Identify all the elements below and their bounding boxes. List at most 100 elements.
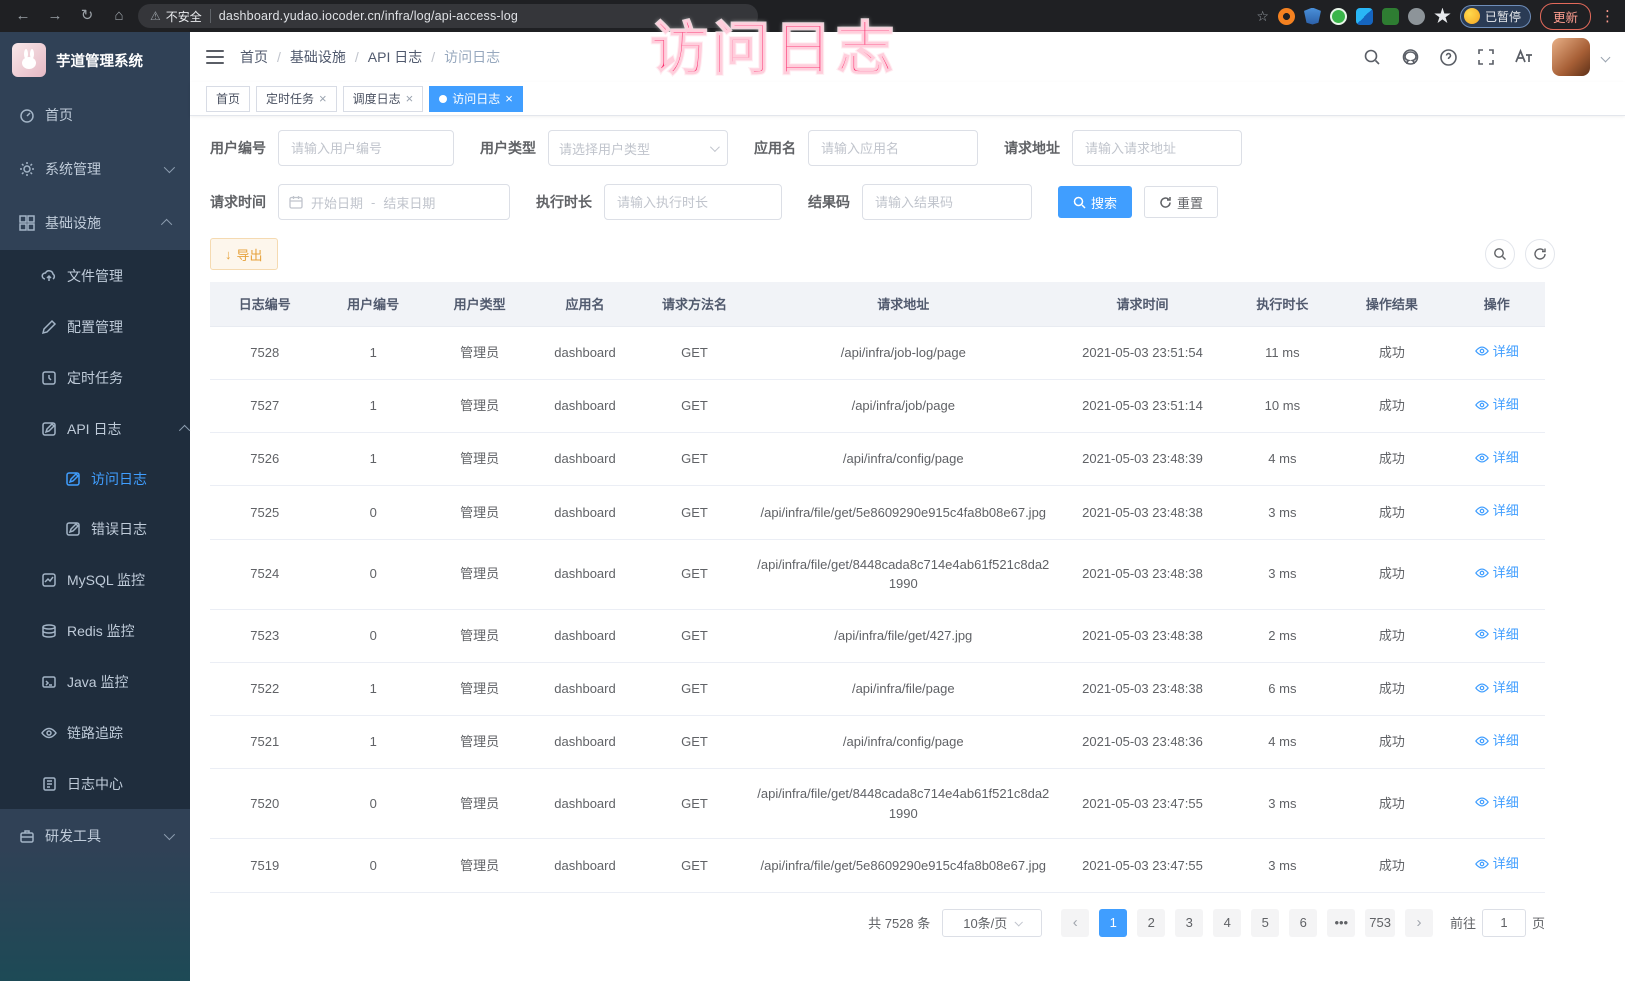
hamburger-icon[interactable] bbox=[206, 50, 224, 64]
avatar-caret-icon[interactable] bbox=[1601, 52, 1611, 62]
tab-access-log[interactable]: 访问日志 × bbox=[429, 86, 523, 112]
detail-link[interactable]: 详细 bbox=[1475, 625, 1519, 645]
export-button[interactable]: ↓ 导出 bbox=[210, 238, 278, 270]
browser-back-icon[interactable]: ← bbox=[10, 4, 36, 28]
tab-close-icon[interactable]: × bbox=[505, 91, 513, 106]
user-id-input[interactable] bbox=[278, 130, 454, 166]
table-row[interactable]: 7520 0 管理员 dashboard GET /api/infra/file… bbox=[210, 769, 1545, 839]
sidebar-item-file-manage[interactable]: 文件管理 bbox=[0, 250, 190, 301]
tab-close-icon[interactable]: × bbox=[319, 91, 327, 106]
bookmark-star-icon[interactable]: ☆ bbox=[1256, 8, 1269, 25]
app-name-input[interactable] bbox=[808, 130, 978, 166]
next-page-button[interactable]: › bbox=[1405, 909, 1433, 937]
detail-link[interactable]: 详细 bbox=[1475, 448, 1519, 468]
detail-link[interactable]: 详细 bbox=[1475, 678, 1519, 698]
browser-reload-icon[interactable]: ↻ bbox=[74, 4, 100, 28]
sidebar-item-error-log[interactable]: 错误日志 bbox=[0, 504, 190, 554]
page-button-1[interactable]: 1 bbox=[1099, 909, 1127, 937]
date-range-picker[interactable]: 开始日期 - 结束日期 bbox=[278, 184, 510, 220]
page-button-4[interactable]: 4 bbox=[1213, 909, 1241, 937]
extension-icon-blue-puzzle[interactable] bbox=[1356, 8, 1373, 25]
breadcrumb-home[interactable]: 首页 bbox=[240, 47, 268, 67]
sidebar-item-redis-monitor[interactable]: Redis 监控 bbox=[0, 605, 190, 656]
cell-user-type: 管理员 bbox=[427, 486, 532, 539]
help-icon[interactable] bbox=[1438, 47, 1458, 67]
page-button-5[interactable]: 5 bbox=[1251, 909, 1279, 937]
extension-icon-shield[interactable] bbox=[1304, 8, 1321, 25]
sidebar-item-log-center[interactable]: 日志中心 bbox=[0, 758, 190, 809]
page-button-753[interactable]: 753 bbox=[1365, 909, 1395, 937]
browser-menu-icon[interactable]: ⋮ bbox=[1600, 7, 1615, 25]
tab-home[interactable]: 首页 bbox=[206, 86, 250, 112]
font-size-icon[interactable] bbox=[1514, 47, 1534, 67]
user-type-select[interactable]: 请选择用户类型 bbox=[548, 130, 728, 166]
cell-duration: 3 ms bbox=[1230, 769, 1335, 839]
gear-icon bbox=[18, 160, 36, 178]
page-button-6[interactable]: 6 bbox=[1289, 909, 1317, 937]
paused-badge[interactable]: 已暂停 bbox=[1460, 5, 1531, 28]
page-button-3[interactable]: 3 bbox=[1175, 909, 1203, 937]
sidebar-item-scheduled-jobs[interactable]: 定时任务 bbox=[0, 352, 190, 403]
detail-link[interactable]: 详细 bbox=[1475, 793, 1519, 813]
page-button-2[interactable]: 2 bbox=[1137, 909, 1165, 937]
table-row[interactable]: 7522 1 管理员 dashboard GET /api/infra/file… bbox=[210, 662, 1545, 715]
sidebar-item-config-manage[interactable]: 配置管理 bbox=[0, 301, 190, 352]
security-warning[interactable]: ⚠ 不安全 bbox=[150, 8, 202, 25]
detail-link[interactable]: 详细 bbox=[1475, 563, 1519, 583]
table-row[interactable]: 7527 1 管理员 dashboard GET /api/infra/job/… bbox=[210, 379, 1545, 432]
tab-close-icon[interactable]: × bbox=[406, 91, 414, 106]
breadcrumb-infra[interactable]: 基础设施 bbox=[290, 47, 346, 67]
duration-input[interactable] bbox=[604, 184, 782, 220]
page-size-select[interactable]: 10条/页 bbox=[942, 909, 1042, 937]
github-icon[interactable] bbox=[1400, 47, 1420, 67]
header-search-icon[interactable] bbox=[1362, 47, 1382, 67]
table-row[interactable]: 7525 0 管理员 dashboard GET /api/infra/file… bbox=[210, 486, 1545, 539]
table-row[interactable]: 7524 0 管理员 dashboard GET /api/infra/file… bbox=[210, 539, 1545, 609]
search-button[interactable]: 搜索 bbox=[1058, 186, 1132, 218]
tab-scheduled-jobs[interactable]: 定时任务 × bbox=[256, 86, 337, 112]
browser-forward-icon[interactable]: → bbox=[42, 4, 68, 28]
detail-link[interactable]: 详细 bbox=[1475, 395, 1519, 415]
sidebar-item-java-monitor[interactable]: Java 监控 bbox=[0, 656, 190, 707]
search-icon bbox=[1073, 196, 1086, 209]
detail-link[interactable]: 详细 bbox=[1475, 731, 1519, 751]
tab-schedule-log[interactable]: 调度日志 × bbox=[343, 86, 424, 112]
extension-icon-green-circle[interactable] bbox=[1330, 8, 1347, 25]
sidebar-item-infra[interactable]: 基础设施 bbox=[0, 196, 190, 250]
table-row[interactable]: 7526 1 管理员 dashboard GET /api/infra/conf… bbox=[210, 433, 1545, 486]
extension-icon-white-star[interactable] bbox=[1434, 8, 1451, 25]
reset-button[interactable]: 重置 bbox=[1144, 186, 1218, 218]
sidebar-item-mysql-monitor[interactable]: MySQL 监控 bbox=[0, 554, 190, 605]
table-row[interactable]: 7523 0 管理员 dashboard GET /api/infra/file… bbox=[210, 609, 1545, 662]
address-bar[interactable]: ⚠ 不安全 dashboard.yudao.iocoder.cn/infra/l… bbox=[138, 4, 758, 28]
request-url-input[interactable] bbox=[1072, 130, 1242, 166]
detail-link-label: 详细 bbox=[1493, 854, 1519, 874]
detail-link[interactable]: 详细 bbox=[1475, 342, 1519, 362]
table-row[interactable]: 7521 1 管理员 dashboard GET /api/infra/conf… bbox=[210, 716, 1545, 769]
browser-home-icon[interactable]: ⌂ bbox=[106, 4, 132, 28]
result-code-input[interactable] bbox=[862, 184, 1032, 220]
refresh-table-button[interactable] bbox=[1525, 239, 1555, 269]
extension-icon-green-grid[interactable] bbox=[1382, 8, 1399, 25]
sidebar-item-system[interactable]: 系统管理 bbox=[0, 142, 190, 196]
detail-link-label: 详细 bbox=[1493, 678, 1519, 698]
browser-update-button[interactable]: 更新 bbox=[1540, 3, 1591, 30]
table-row[interactable]: 7528 1 管理员 dashboard GET /api/infra/job-… bbox=[210, 326, 1545, 379]
detail-link[interactable]: 详细 bbox=[1475, 501, 1519, 521]
sidebar-item-access-log[interactable]: 访问日志 bbox=[0, 454, 190, 504]
page-ellipsis[interactable]: ••• bbox=[1327, 909, 1355, 937]
detail-link[interactable]: 详细 bbox=[1475, 854, 1519, 874]
sidebar-item-dev-tools[interactable]: 研发工具 bbox=[0, 809, 190, 863]
sidebar-item-trace[interactable]: 链路追踪 bbox=[0, 707, 190, 758]
prev-page-button[interactable]: ‹ bbox=[1061, 909, 1089, 937]
goto-page-input[interactable] bbox=[1482, 909, 1526, 937]
toggle-search-button[interactable] bbox=[1485, 239, 1515, 269]
fullscreen-icon[interactable] bbox=[1476, 47, 1496, 67]
extension-icon-gray[interactable] bbox=[1408, 8, 1425, 25]
sidebar-item-home[interactable]: 首页 bbox=[0, 88, 190, 142]
table-row[interactable]: 7519 0 管理员 dashboard GET /api/infra/file… bbox=[210, 839, 1545, 892]
breadcrumb-api-log[interactable]: API 日志 bbox=[368, 47, 422, 67]
user-avatar[interactable] bbox=[1552, 38, 1590, 76]
extension-icon-orange[interactable] bbox=[1278, 8, 1295, 25]
sidebar-item-api-log[interactable]: API 日志 bbox=[0, 403, 190, 454]
